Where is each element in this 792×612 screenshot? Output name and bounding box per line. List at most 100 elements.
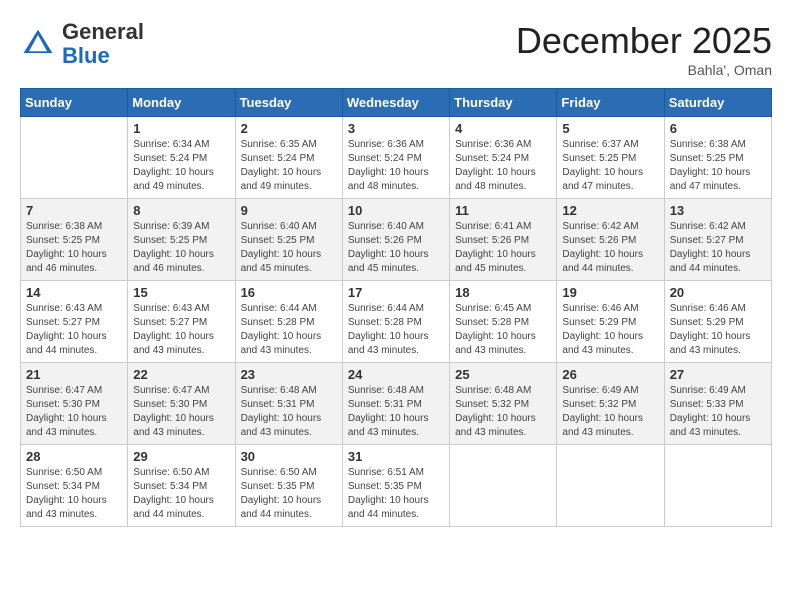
- day-of-week-header: Thursday: [450, 89, 557, 117]
- day-number: 22: [133, 367, 229, 382]
- logo-icon: [20, 26, 56, 62]
- calendar-cell: 14 Sunrise: 6:43 AM Sunset: 5:27 PM Dayli…: [21, 281, 128, 363]
- day-number: 16: [241, 285, 337, 300]
- day-info: Sunrise: 6:36 AM Sunset: 5:24 PM Dayligh…: [455, 138, 551, 194]
- day-info: Sunrise: 6:40 AM Sunset: 5:25 PM Dayligh…: [241, 220, 337, 276]
- logo-blue-text: Blue: [62, 43, 110, 68]
- calendar-cell: 6 Sunrise: 6:38 AM Sunset: 5:25 PM Daylig…: [664, 117, 771, 199]
- day-number: 2: [241, 121, 337, 136]
- day-info: Sunrise: 6:49 AM Sunset: 5:33 PM Dayligh…: [670, 384, 766, 440]
- day-number: 20: [670, 285, 766, 300]
- calendar-table: SundayMondayTuesdayWednesdayThursdayFrid…: [20, 88, 772, 527]
- calendar-cell: 2 Sunrise: 6:35 AM Sunset: 5:24 PM Daylig…: [235, 117, 342, 199]
- calendar-cell: 4Sunrise: 6:36 AM Sunset: 5:24 PM Daylig…: [450, 117, 557, 199]
- day-of-week-header: Monday: [128, 89, 235, 117]
- month-title: December 2025: [516, 20, 772, 62]
- day-info: Sunrise: 6:38 AM Sunset: 5:25 PM Dayligh…: [670, 138, 766, 194]
- day-number: 3: [348, 121, 444, 136]
- calendar-header: SundayMondayTuesdayWednesdayThursdayFrid…: [21, 89, 772, 117]
- calendar-cell: 16 Sunrise: 6:44 AM Sunset: 5:28 PM Dayli…: [235, 281, 342, 363]
- day-info: Sunrise: 6:46 AM Sunset: 5:29 PM Dayligh…: [670, 302, 766, 358]
- calendar-cell: 22 Sunrise: 6:47 AM Sunset: 5:30 PM Dayli…: [128, 363, 235, 445]
- calendar-cell: 15 Sunrise: 6:43 AM Sunset: 5:27 PM Dayli…: [128, 281, 235, 363]
- calendar-cell: 23Sunrise: 6:48 AM Sunset: 5:31 PM Dayli…: [235, 363, 342, 445]
- calendar-cell: [664, 445, 771, 527]
- days-of-week-row: SundayMondayTuesdayWednesdayThursdayFrid…: [21, 89, 772, 117]
- day-number: 21: [26, 367, 122, 382]
- day-number: 26: [562, 367, 658, 382]
- day-info: Sunrise: 6:46 AM Sunset: 5:29 PM Dayligh…: [562, 302, 658, 358]
- calendar-cell: [557, 445, 664, 527]
- day-info: Sunrise: 6:44 AM Sunset: 5:28 PM Dayligh…: [241, 302, 337, 358]
- calendar-cell: 18 Sunrise: 6:45 AM Sunset: 5:28 PM Dayli…: [450, 281, 557, 363]
- day-info: Sunrise: 6:35 AM Sunset: 5:24 PM Dayligh…: [241, 138, 337, 194]
- calendar-cell: 1Sunrise: 6:34 AM Sunset: 5:24 PM Daylig…: [128, 117, 235, 199]
- day-number: 13: [670, 203, 766, 218]
- calendar-cell: 31Sunrise: 6:51 AM Sunset: 5:35 PM Dayli…: [342, 445, 449, 527]
- calendar-cell: 8Sunrise: 6:39 AM Sunset: 5:25 PM Daylig…: [128, 199, 235, 281]
- day-info: Sunrise: 6:43 AM Sunset: 5:27 PM Dayligh…: [133, 302, 229, 358]
- calendar-week-row: 28 Sunrise: 6:50 AM Sunset: 5:34 PM Dayli…: [21, 445, 772, 527]
- day-info: Sunrise: 6:51 AM Sunset: 5:35 PM Dayligh…: [348, 466, 444, 522]
- calendar-cell: 26 Sunrise: 6:49 AM Sunset: 5:32 PM Dayli…: [557, 363, 664, 445]
- calendar-cell: 30 Sunrise: 6:50 AM Sunset: 5:35 PM Dayli…: [235, 445, 342, 527]
- day-number: 30: [241, 449, 337, 464]
- calendar-cell: 13 Sunrise: 6:42 AM Sunset: 5:27 PM Dayli…: [664, 199, 771, 281]
- day-info: Sunrise: 6:47 AM Sunset: 5:30 PM Dayligh…: [133, 384, 229, 440]
- day-info: Sunrise: 6:42 AM Sunset: 5:26 PM Dayligh…: [562, 220, 658, 276]
- calendar-cell: 29 Sunrise: 6:50 AM Sunset: 5:34 PM Dayli…: [128, 445, 235, 527]
- day-info: Sunrise: 6:43 AM Sunset: 5:27 PM Dayligh…: [26, 302, 122, 358]
- logo-general-text: General: [62, 19, 144, 44]
- calendar-cell: 5 Sunrise: 6:37 AM Sunset: 5:25 PM Daylig…: [557, 117, 664, 199]
- day-number: 23: [241, 367, 337, 382]
- day-info: Sunrise: 6:38 AM Sunset: 5:25 PM Dayligh…: [26, 220, 122, 276]
- calendar-cell: 25 Sunrise: 6:48 AM Sunset: 5:32 PM Dayli…: [450, 363, 557, 445]
- calendar-cell: [450, 445, 557, 527]
- day-info: Sunrise: 6:47 AM Sunset: 5:30 PM Dayligh…: [26, 384, 122, 440]
- day-number: 12: [562, 203, 658, 218]
- calendar-cell: 28 Sunrise: 6:50 AM Sunset: 5:34 PM Dayli…: [21, 445, 128, 527]
- day-number: 29: [133, 449, 229, 464]
- calendar-cell: 9 Sunrise: 6:40 AM Sunset: 5:25 PM Daylig…: [235, 199, 342, 281]
- day-of-week-header: Wednesday: [342, 89, 449, 117]
- day-number: 6: [670, 121, 766, 136]
- day-info: Sunrise: 6:45 AM Sunset: 5:28 PM Dayligh…: [455, 302, 551, 358]
- day-info: Sunrise: 6:50 AM Sunset: 5:34 PM Dayligh…: [133, 466, 229, 522]
- calendar-body: 1Sunrise: 6:34 AM Sunset: 5:24 PM Daylig…: [21, 117, 772, 527]
- day-number: 8: [133, 203, 229, 218]
- day-number: 27: [670, 367, 766, 382]
- day-info: Sunrise: 6:50 AM Sunset: 5:35 PM Dayligh…: [241, 466, 337, 522]
- day-info: Sunrise: 6:48 AM Sunset: 5:32 PM Dayligh…: [455, 384, 551, 440]
- day-number: 15: [133, 285, 229, 300]
- calendar-cell: 3Sunrise: 6:36 AM Sunset: 5:24 PM Daylig…: [342, 117, 449, 199]
- day-info: Sunrise: 6:49 AM Sunset: 5:32 PM Dayligh…: [562, 384, 658, 440]
- calendar-cell: 24Sunrise: 6:48 AM Sunset: 5:31 PM Dayli…: [342, 363, 449, 445]
- day-info: Sunrise: 6:37 AM Sunset: 5:25 PM Dayligh…: [562, 138, 658, 194]
- day-number: 9: [241, 203, 337, 218]
- calendar-cell: 19 Sunrise: 6:46 AM Sunset: 5:29 PM Dayli…: [557, 281, 664, 363]
- calendar-week-row: 21 Sunrise: 6:47 AM Sunset: 5:30 PM Dayli…: [21, 363, 772, 445]
- calendar-week-row: 1Sunrise: 6:34 AM Sunset: 5:24 PM Daylig…: [21, 117, 772, 199]
- day-number: 25: [455, 367, 551, 382]
- calendar-week-row: 7 Sunrise: 6:38 AM Sunset: 5:25 PM Daylig…: [21, 199, 772, 281]
- day-number: 19: [562, 285, 658, 300]
- calendar-cell: 10Sunrise: 6:40 AM Sunset: 5:26 PM Dayli…: [342, 199, 449, 281]
- day-of-week-header: Friday: [557, 89, 664, 117]
- day-number: 7: [26, 203, 122, 218]
- day-number: 14: [26, 285, 122, 300]
- day-number: 5: [562, 121, 658, 136]
- day-info: Sunrise: 6:42 AM Sunset: 5:27 PM Dayligh…: [670, 220, 766, 276]
- logo-text: General Blue: [62, 20, 144, 68]
- day-number: 24: [348, 367, 444, 382]
- calendar-cell: 20 Sunrise: 6:46 AM Sunset: 5:29 PM Dayli…: [664, 281, 771, 363]
- day-info: Sunrise: 6:44 AM Sunset: 5:28 PM Dayligh…: [348, 302, 444, 358]
- day-info: Sunrise: 6:40 AM Sunset: 5:26 PM Dayligh…: [348, 220, 444, 276]
- day-number: 18: [455, 285, 551, 300]
- day-info: Sunrise: 6:41 AM Sunset: 5:26 PM Dayligh…: [455, 220, 551, 276]
- title-block: December 2025 Bahla', Oman: [516, 20, 772, 78]
- day-info: Sunrise: 6:50 AM Sunset: 5:34 PM Dayligh…: [26, 466, 122, 522]
- day-of-week-header: Tuesday: [235, 89, 342, 117]
- calendar-cell: [21, 117, 128, 199]
- day-number: 28: [26, 449, 122, 464]
- calendar-cell: 21 Sunrise: 6:47 AM Sunset: 5:30 PM Dayli…: [21, 363, 128, 445]
